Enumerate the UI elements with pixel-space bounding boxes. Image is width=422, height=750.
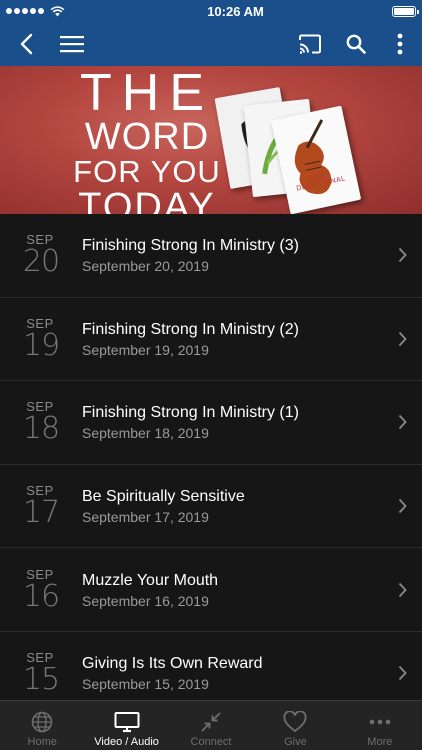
list-item-title: Finishing Strong In Ministry (3) — [82, 237, 299, 255]
date-badge: SEP 15 — [0, 651, 82, 695]
tab-label: Home — [27, 736, 57, 748]
status-bar: 10:26 AM — [0, 0, 422, 22]
chevron-right-icon — [382, 498, 422, 514]
tab-connect[interactable]: Connect — [169, 701, 253, 750]
date-day: 19 — [22, 327, 60, 363]
list-item[interactable]: SEP 17 Be Spiritually Sensitive Septembe… — [0, 465, 422, 549]
search-icon — [346, 34, 366, 54]
search-button[interactable] — [334, 22, 378, 66]
chevron-right-icon — [382, 414, 422, 430]
date-day: 16 — [22, 578, 60, 614]
tab-label: More — [367, 736, 393, 748]
date-badge: SEP 18 — [0, 400, 82, 444]
vertical-dots-icon — [397, 33, 403, 55]
more-dots-icon — [369, 708, 391, 736]
menu-button[interactable] — [52, 22, 92, 66]
tab-label: Video / Audio — [94, 736, 159, 748]
date-day: 17 — [22, 495, 60, 531]
battery-icon — [391, 5, 419, 17]
cast-icon — [299, 34, 321, 54]
list-item-title: Giving Is Its Own Reward — [82, 655, 263, 673]
banner-title: THE WORD FOR YOU TODAY — [62, 66, 232, 214]
banner-line-4: TODAY — [78, 186, 216, 214]
date-day: 15 — [22, 662, 60, 698]
chevron-right-icon — [382, 247, 422, 263]
date-badge: SEP 17 — [0, 484, 82, 528]
list-item-title: Finishing Strong In Ministry (2) — [82, 320, 299, 338]
cast-button[interactable] — [286, 22, 334, 66]
list-item[interactable]: SEP 16 Muzzle Your Mouth September 16, 2… — [0, 548, 422, 632]
wifi-icon — [50, 5, 65, 16]
list-item-date: September 15, 2019 — [82, 676, 209, 693]
banner-line-1: THE — [80, 66, 214, 122]
list-item-date: September 17, 2019 — [82, 509, 209, 526]
banner-line-3: FOR YOU — [73, 154, 221, 189]
list-item[interactable]: SEP 19 Finishing Strong In Ministry (2) … — [0, 298, 422, 382]
list-item[interactable]: SEP 18 Finishing Strong In Ministry (1) … — [0, 381, 422, 465]
date-day: 18 — [22, 411, 60, 447]
connect-arrows-icon — [200, 708, 222, 736]
heart-icon — [283, 708, 307, 736]
list-item[interactable]: SEP 20 Finishing Strong In Ministry (3) … — [0, 214, 422, 298]
monitor-icon — [114, 708, 140, 736]
list-item-title: Finishing Strong In Ministry (1) — [82, 404, 299, 422]
list-item-title: Muzzle Your Mouth — [82, 571, 219, 589]
tab-home[interactable]: Home — [0, 701, 84, 750]
date-day: 20 — [22, 244, 60, 280]
signal-icon — [6, 5, 65, 17]
header-banner: THE WORD FOR YOU TODAY DAILY DEVOTIONAL — [0, 66, 422, 214]
tab-bar: Home Video / Audio Connect Give More — [0, 700, 422, 750]
list-item-title: Be Spiritually Sensitive — [82, 488, 245, 506]
date-badge: SEP 20 — [0, 233, 82, 277]
list-item-date: September 18, 2019 — [82, 425, 209, 442]
chevron-right-icon — [382, 665, 422, 681]
hamburger-menu-icon — [60, 36, 84, 53]
list-item-date: September 16, 2019 — [82, 592, 209, 609]
list-item-date: September 20, 2019 — [82, 258, 209, 275]
status-time: 10:26 AM — [207, 3, 264, 19]
tab-label: Connect — [190, 736, 232, 748]
tab-label: Give — [284, 736, 307, 748]
tab-video-audio[interactable]: Video / Audio — [84, 701, 168, 750]
back-chevron-icon — [20, 33, 33, 55]
chevron-right-icon — [382, 331, 422, 347]
date-badge: SEP 19 — [0, 316, 82, 363]
overflow-menu-button[interactable] — [378, 22, 422, 66]
list-item[interactable]: SEP 15 Giving Is Its Own Reward Septembe… — [0, 632, 422, 700]
tab-give[interactable]: Give — [253, 701, 337, 750]
list-item-date: September 19, 2019 — [82, 341, 209, 358]
book-cover-front: DAILY DEVOTIONAL — [270, 105, 362, 214]
chevron-right-icon — [382, 582, 422, 598]
back-button[interactable] — [0, 22, 52, 66]
globe-icon — [31, 708, 53, 736]
banner-line-2: WORD — [84, 116, 210, 158]
nav-bar — [0, 22, 422, 66]
date-badge: SEP 16 — [0, 567, 82, 614]
devotional-list: SEP 20 Finishing Strong In Ministry (3) … — [0, 214, 422, 700]
tab-more[interactable]: More — [338, 701, 422, 750]
